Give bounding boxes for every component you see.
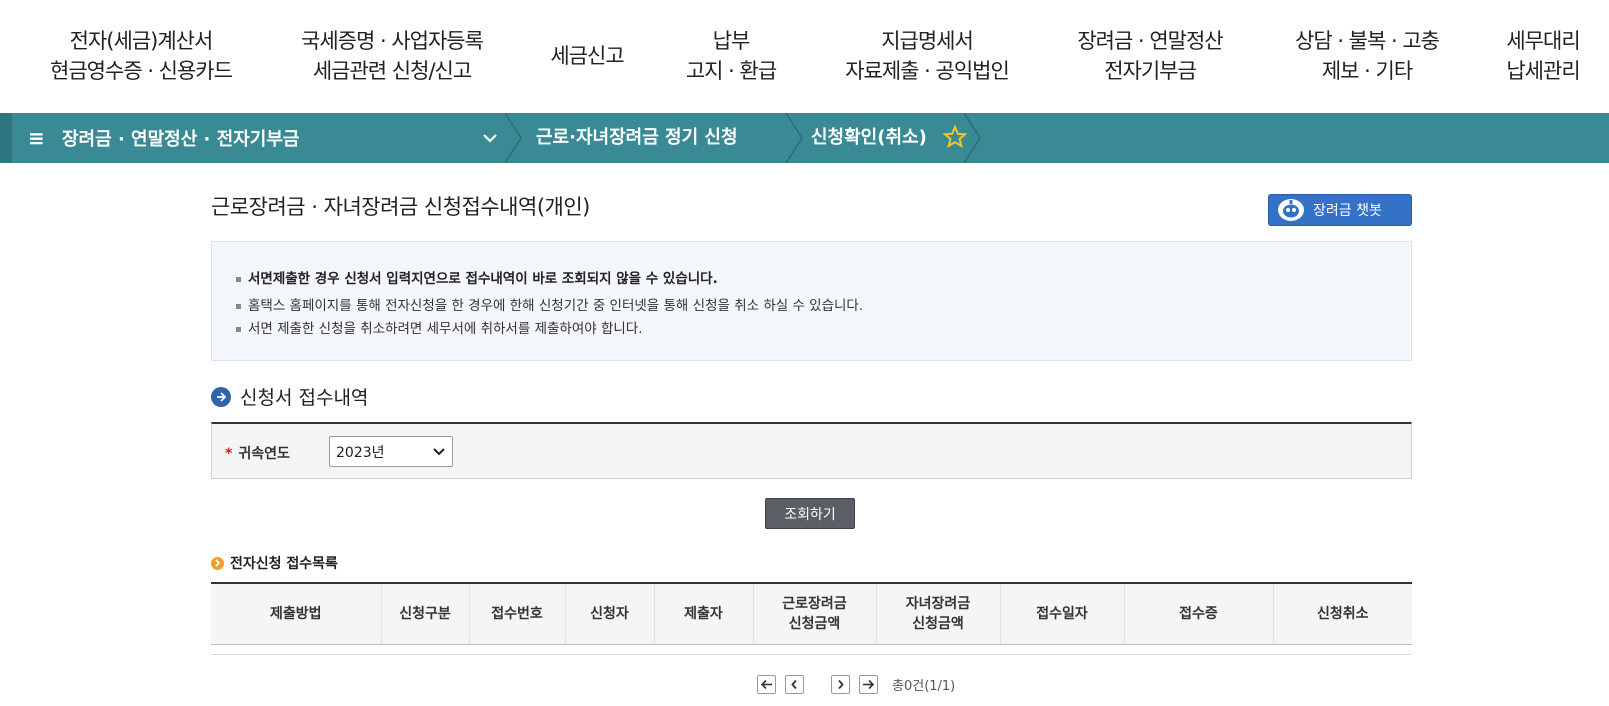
breadcrumb-level2[interactable]: 근로·자녀장려금 정기 신청: [536, 113, 738, 163]
nav-consulting-line2: 제보 · 기타: [1321, 59, 1413, 83]
nav-payment[interactable]: 납부 고지 · 환급: [676, 26, 786, 86]
nav-tax-agent[interactable]: 세무대리 납세관리: [1493, 26, 1593, 86]
breadcrumb-edge: [0, 113, 12, 163]
column-header-text: 근로장려금: [782, 595, 847, 612]
year-select-value: 2023년: [336, 444, 385, 461]
list-title-text: 전자신청 접수목록: [230, 556, 338, 572]
breadcrumb-separator-icon: [963, 113, 981, 163]
column-header: 신청취소: [1273, 582, 1412, 645]
section-title-text: 신청서 접수내역: [240, 387, 369, 409]
prev-page-button[interactable]: [785, 674, 804, 694]
filter-box: * 귀속연도 2023년: [211, 422, 1412, 479]
notice-item: 서면 제출한 신청을 취소하려면 세무서에 취하서를 제출하여야 합니다.: [236, 317, 643, 337]
nav-certificates-line2: 세금관련 신청/신고: [312, 59, 472, 83]
nav-consulting[interactable]: 상담 · 불복 · 고충 제보 · 기타: [1282, 26, 1452, 86]
column-header: 제출방법: [211, 582, 382, 645]
column-header-text: 신청자: [590, 605, 629, 622]
last-page-icon: [863, 679, 875, 689]
notice-box: 서면제출한 경우 신청서 입력지연으로 접수내역이 바로 조회되지 않을 수 있…: [211, 241, 1412, 361]
section-title: 신청서 접수내역: [211, 383, 368, 410]
page-title: 근로장려금 · 자녀장려금 신청접수내역(개인): [211, 195, 590, 219]
notice-text: 서면제출한 경우 신청서 입력지연으로 접수내역이 바로 조회되지 않을 수 있…: [248, 271, 718, 287]
column-header-text: 자녀장려금: [905, 595, 971, 612]
column-header: 신청구분: [381, 582, 470, 645]
top-navigation: 전자(세금)계산서 현금영수증 · 신용카드 국세증명 · 사업자등록 세금관련…: [0, 0, 1609, 113]
bullet-icon: [236, 326, 241, 332]
notice-item: 홈택스 홈페이지를 통해 전자신청을 한 경우에 한해 신청기간 중 인터넷을 …: [236, 294, 863, 314]
bullet-icon: [236, 276, 241, 282]
chatbot-label: 장려금 챗봇: [1313, 203, 1382, 219]
chatbot-icon: [1278, 199, 1304, 221]
year-filter-label-text: 귀속연도: [238, 446, 290, 462]
column-header-text: 접수증: [1179, 605, 1218, 622]
column-header-text: 신청금액: [912, 615, 964, 632]
bullet-icon: [236, 303, 241, 309]
nav-incentives[interactable]: 장려금 · 연말정산 전자기부금: [1068, 26, 1232, 86]
breadcrumb: ≡ 장려금 · 연말정산 · 전자기부금 근로·자녀장려금 정기 신청 신청확인…: [0, 113, 1609, 163]
column-header-text: 접수번호: [491, 605, 543, 622]
submission-table: 제출방법 신청구분 접수번호 신청자 제출자 근로장려금신청금액 자녀장려금신청…: [211, 582, 1412, 645]
first-page-icon: [760, 679, 772, 689]
column-header: 접수번호: [469, 582, 566, 645]
nav-consulting-line1: 상담 · 불복 · 고충: [1295, 29, 1440, 53]
column-header-text: 신청구분: [399, 605, 451, 622]
nav-tax-report-line1: 세금신고: [550, 44, 624, 68]
nav-tax-report[interactable]: 세금신고: [540, 41, 634, 71]
column-header: 신청자: [565, 582, 655, 645]
chevron-right-icon: [838, 679, 844, 689]
nav-statements-line2: 자료제출 · 공익법인: [845, 59, 1010, 83]
column-header: 접수일자: [1000, 582, 1125, 645]
table-divider: [211, 654, 1412, 655]
pager-summary: 총0건(1/1): [892, 678, 956, 694]
nav-e-invoice-line1: 전자(세금)계산서: [69, 29, 214, 53]
arrow-circle-icon: [211, 386, 231, 407]
breadcrumb-separator-icon: [504, 113, 522, 163]
column-header-text: 신청금액: [788, 615, 841, 632]
breadcrumb-level3[interactable]: 신청확인(취소): [811, 113, 927, 163]
table-header-row: 제출방법 신청구분 접수번호 신청자 제출자 근로장려금신청금액 자녀장려금신청…: [211, 582, 1412, 645]
nav-statements[interactable]: 지급명세서 자료제출 · 공익법인: [834, 26, 1020, 86]
column-header: 근로장려금신청금액: [753, 582, 877, 645]
nav-incentives-line1: 장려금 · 연말정산: [1077, 29, 1223, 53]
nav-incentives-line2: 전자기부금: [1104, 59, 1197, 83]
hamburger-icon: ≡: [28, 126, 45, 150]
arrow-circle-icon: [211, 556, 224, 570]
notice-item: 서면제출한 경우 신청서 입력지연으로 접수내역이 바로 조회되지 않을 수 있…: [236, 267, 718, 287]
notice-text: 홈택스 홈페이지를 통해 전자신청을 한 경우에 한해 신청기간 중 인터넷을 …: [248, 298, 864, 314]
chevron-left-icon: [791, 679, 797, 689]
list-title: 전자신청 접수목록: [211, 553, 338, 573]
nav-e-invoice[interactable]: 전자(세금)계산서 현금영수증 · 신용카드: [38, 26, 244, 86]
next-page-button[interactable]: [831, 674, 850, 694]
nav-certificates[interactable]: 국세증명 · 사업자등록 세금관련 신청/신고: [290, 26, 494, 86]
chevron-down-icon: [433, 448, 445, 456]
breadcrumb-menu-label: 장려금 · 연말정산 · 전자기부금: [62, 129, 300, 150]
nav-e-invoice-line2: 현금영수증 · 신용카드: [50, 59, 233, 83]
nav-payment-line1: 납부: [712, 29, 751, 53]
chevron-down-icon: [483, 134, 497, 143]
column-header-text: 제출자: [684, 605, 723, 622]
nav-payment-line2: 고지 · 환급: [685, 59, 777, 83]
nav-tax-agent-line1: 세무대리: [1506, 29, 1580, 53]
pagination: 총0건(1/1): [757, 674, 955, 694]
last-page-button[interactable]: [859, 674, 878, 694]
column-header-text: 제출방법: [269, 605, 322, 622]
column-header: 자녀장려금신청금액: [876, 582, 1001, 645]
nav-statements-line1: 지급명세서: [881, 29, 974, 53]
chatbot-button[interactable]: 장려금 챗봇: [1268, 194, 1412, 226]
column-header-text: 접수일자: [1036, 605, 1088, 622]
nav-tax-agent-line2: 납세관리: [1506, 59, 1580, 83]
column-header: 접수증: [1124, 582, 1274, 645]
search-button[interactable]: 조회하기: [765, 498, 855, 529]
first-page-button[interactable]: [757, 674, 776, 694]
breadcrumb-separator-icon: [785, 113, 803, 163]
nav-certificates-line1: 국세증명 · 사업자등록: [301, 29, 484, 53]
notice-text: 서면 제출한 신청을 취소하려면 세무서에 취하서를 제출하여야 합니다.: [248, 321, 643, 337]
year-select[interactable]: 2023년: [329, 436, 453, 467]
column-header-text: 신청취소: [1316, 605, 1369, 622]
required-mark: *: [225, 446, 233, 462]
column-header: 제출자: [654, 582, 754, 645]
year-filter-label: * 귀속연도: [225, 443, 290, 463]
breadcrumb-menu-dropdown[interactable]: ≡ 장려금 · 연말정산 · 전자기부금: [28, 113, 498, 163]
